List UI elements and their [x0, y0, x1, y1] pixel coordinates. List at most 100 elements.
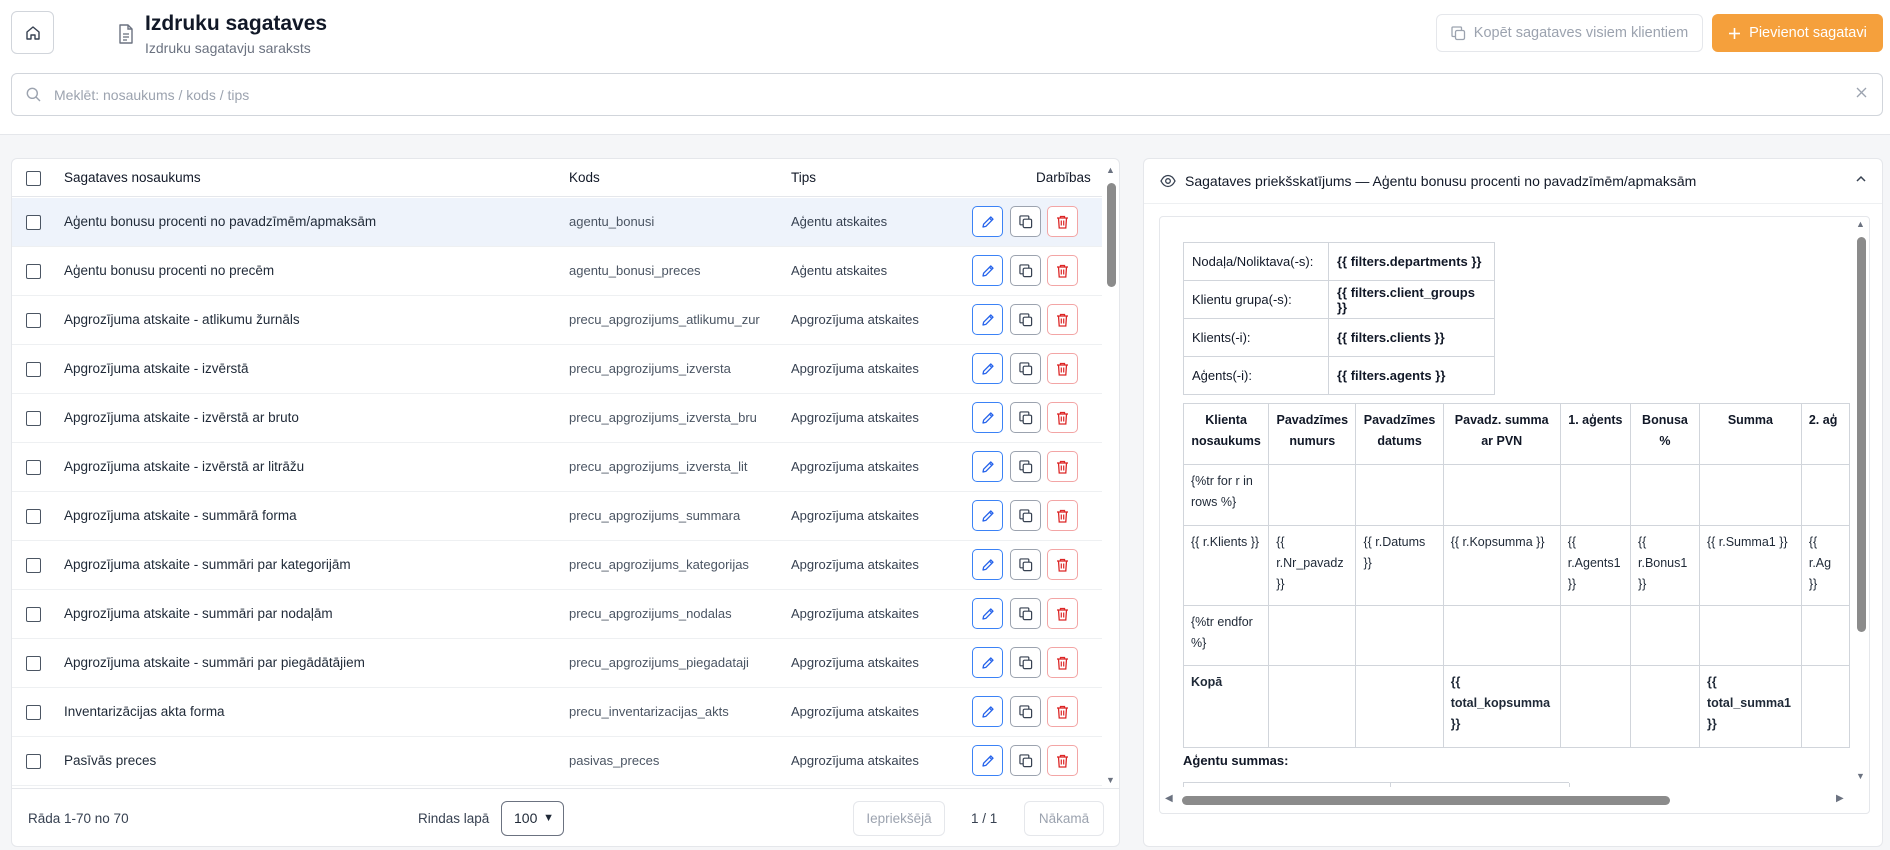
- edit-button[interactable]: [972, 696, 1003, 727]
- table-row[interactable]: Aģentu bonusu procenti no precēm agentu_b…: [12, 247, 1102, 296]
- duplicate-button[interactable]: [1010, 255, 1041, 286]
- delete-button[interactable]: [1047, 206, 1078, 237]
- prev-page-button[interactable]: Iepriekšējā: [853, 801, 945, 836]
- duplicate-button[interactable]: [1010, 304, 1041, 335]
- table-row[interactable]: Inventarizācijas akta forma precu_inventa…: [12, 688, 1102, 737]
- duplicate-button[interactable]: [1010, 500, 1041, 531]
- table-row[interactable]: Aģentu bonusu procenti no pavadzīmēm/apm…: [12, 198, 1102, 247]
- template-type: Aģentu atskaites: [791, 214, 888, 229]
- duplicate-button[interactable]: [1010, 745, 1041, 776]
- copy-to-all-clients-button[interactable]: Kopēt sagataves visiem klientiem: [1436, 14, 1703, 52]
- copy-icon: [1018, 214, 1032, 228]
- table-row[interactable]: Apgrozījuma atskaite - atlikumu žurnāls p…: [12, 296, 1102, 345]
- table-row[interactable]: Apgrozījuma atskaite - summārā forma prec…: [12, 492, 1102, 541]
- row-checkbox[interactable]: [26, 656, 41, 671]
- delete-button[interactable]: [1047, 402, 1078, 433]
- row-checkbox[interactable]: [26, 509, 41, 524]
- row-checkbox[interactable]: [26, 558, 41, 573]
- report-column-header: 2. aģ: [1800, 403, 1850, 465]
- chevron-up-icon[interactable]: [1854, 172, 1868, 186]
- delete-button[interactable]: [1047, 451, 1078, 482]
- row-checkbox[interactable]: [26, 264, 41, 279]
- row-checkbox[interactable]: [26, 362, 41, 377]
- row-checkbox[interactable]: [26, 215, 41, 230]
- copy-icon: [1018, 508, 1032, 522]
- edit-button[interactable]: [972, 647, 1003, 678]
- table-row[interactable]: Pasīvās preces pasivas_preces Apgrozījuma …: [12, 737, 1102, 786]
- duplicate-button[interactable]: [1010, 598, 1041, 629]
- preview-document-frame: Nodaļa/Noliktava(-s):{{ filters.departme…: [1159, 216, 1870, 814]
- delete-button[interactable]: [1047, 255, 1078, 286]
- filter-value: {{ filters.client_groups }}: [1328, 280, 1495, 319]
- edit-button[interactable]: [972, 206, 1003, 237]
- table-row[interactable]: Apgrozījuma atskaite - summāri par kateg…: [12, 541, 1102, 590]
- search-input[interactable]: [52, 82, 1832, 108]
- delete-button[interactable]: [1047, 696, 1078, 727]
- scrollbar-thumb[interactable]: [1857, 237, 1866, 632]
- table-scrollbar[interactable]: ▲ ▼: [1104, 165, 1118, 787]
- table-row[interactable]: Apgrozījuma atskaite - summāri par nodaļ…: [12, 590, 1102, 639]
- duplicate-button[interactable]: [1010, 647, 1041, 678]
- preview-horizontal-scrollbar[interactable]: ◀ ▶: [1160, 793, 1850, 807]
- agent-sums-table: [1183, 782, 1570, 787]
- clear-search-icon[interactable]: [1855, 86, 1868, 99]
- row-checkbox[interactable]: [26, 460, 41, 475]
- edit-button[interactable]: [972, 402, 1003, 433]
- delete-button[interactable]: [1047, 304, 1078, 335]
- delete-button[interactable]: [1047, 500, 1078, 531]
- edit-button[interactable]: [972, 598, 1003, 629]
- delete-button[interactable]: [1047, 745, 1078, 776]
- table-row[interactable]: Apgrozījuma atskaite - izvērstā ar bruto…: [12, 394, 1102, 443]
- scrollbar-thumb[interactable]: [1182, 796, 1670, 805]
- next-page-button[interactable]: Nākamā: [1024, 801, 1104, 836]
- table-row[interactable]: Apgrozījuma atskaite - izvērstā ar litrā…: [12, 443, 1102, 492]
- row-checkbox[interactable]: [26, 607, 41, 622]
- copy-icon: [1018, 655, 1032, 669]
- edit-button[interactable]: [972, 451, 1003, 482]
- table-header: Sagataves nosaukums Kods Tips Darbības: [12, 159, 1102, 197]
- home-button[interactable]: [11, 11, 54, 54]
- delete-button[interactable]: [1047, 353, 1078, 384]
- duplicate-button[interactable]: [1010, 451, 1041, 482]
- preview-vertical-scrollbar[interactable]: ▲ ▼: [1854, 217, 1868, 787]
- scroll-down-arrow[interactable]: ▼: [1106, 775, 1115, 785]
- edit-button[interactable]: [972, 304, 1003, 335]
- scroll-left-arrow[interactable]: ◀: [1165, 793, 1173, 804]
- duplicate-button[interactable]: [1010, 696, 1041, 727]
- row-checkbox[interactable]: [26, 411, 41, 426]
- filter-label: Aģents(-i):: [1183, 356, 1329, 395]
- delete-button[interactable]: [1047, 598, 1078, 629]
- col-header-name: Sagataves nosaukums: [64, 170, 201, 185]
- row-checkbox[interactable]: [26, 313, 41, 328]
- scroll-right-arrow[interactable]: ▶: [1836, 793, 1844, 804]
- edit-button[interactable]: [972, 500, 1003, 531]
- rows-per-page-select[interactable]: 100 ▼: [501, 801, 564, 836]
- add-template-button[interactable]: Pievienot sagatavi: [1712, 14, 1883, 52]
- row-checkbox[interactable]: [26, 705, 41, 720]
- scroll-down-arrow[interactable]: ▼: [1856, 771, 1865, 781]
- table-row[interactable]: Apgrozījuma atskaite - izvērstā precu_apg…: [12, 345, 1102, 394]
- scrollbar-thumb[interactable]: [1107, 183, 1116, 287]
- row-checkbox[interactable]: [26, 754, 41, 769]
- report-row-cell: {{ r.Klients }}: [1182, 525, 1270, 606]
- edit-button[interactable]: [972, 745, 1003, 776]
- template-type: Apgrozījuma atskaites: [791, 361, 919, 376]
- table-row[interactable]: Apgrozījuma atskaite - summāri par piegā…: [12, 639, 1102, 688]
- edit-button[interactable]: [972, 549, 1003, 580]
- duplicate-button[interactable]: [1010, 402, 1041, 433]
- preview-header[interactable]: Sagataves priekšskatījums — Aģentu bonus…: [1144, 159, 1882, 204]
- copy-icon: [1018, 753, 1032, 767]
- edit-button[interactable]: [972, 353, 1003, 384]
- edit-button[interactable]: [972, 255, 1003, 286]
- scroll-up-arrow[interactable]: ▲: [1856, 219, 1865, 229]
- template-code: precu_apgrozijums_izversta_bru: [569, 410, 757, 425]
- duplicate-button[interactable]: [1010, 549, 1041, 580]
- trash-icon: [1057, 509, 1068, 523]
- duplicate-button[interactable]: [1010, 353, 1041, 384]
- delete-button[interactable]: [1047, 549, 1078, 580]
- duplicate-button[interactable]: [1010, 206, 1041, 237]
- scroll-up-arrow[interactable]: ▲: [1106, 165, 1115, 175]
- select-all-checkbox[interactable]: [26, 171, 41, 186]
- template-name: Apgrozījuma atskaite - atlikumu žurnāls: [64, 312, 300, 327]
- delete-button[interactable]: [1047, 647, 1078, 678]
